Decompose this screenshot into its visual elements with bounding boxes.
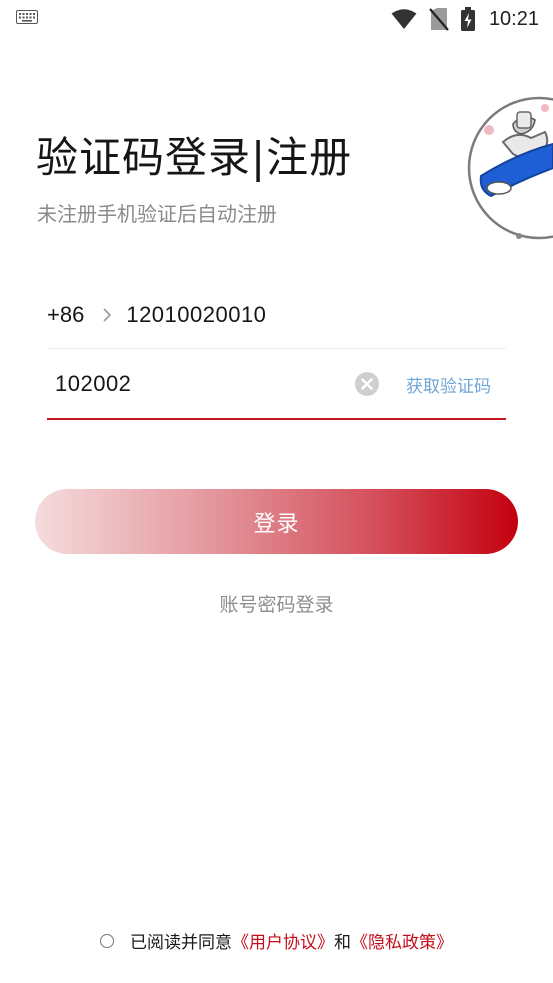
password-login-row: 账号密码登录 [0,590,553,617]
wifi-icon [391,9,417,29]
phone-row: +86 12010020010 [47,282,506,349]
keyboard-icon [16,10,38,24]
privacy-policy-link[interactable]: 《隐私政策》 [351,928,453,953]
mascot-illustration [467,96,553,240]
page-subtitle: 未注册手机验证后自动注册 [37,202,277,226]
get-code-button[interactable]: 获取验证码 [406,372,491,397]
agreement-prefix: 已阅读并同意 [130,933,232,953]
phone-number-input[interactable]: 12010020010 [126,302,266,328]
status-time: 10:21 [488,7,539,30]
clear-icon[interactable] [355,372,379,396]
battery-charging-icon [460,7,475,31]
agree-radio[interactable] [100,933,114,948]
password-login-link[interactable]: 账号密码登录 [219,594,333,616]
agreement-conjunction: 和 [334,933,351,953]
login-button[interactable]: 登录 [35,489,518,554]
verification-code-input[interactable] [55,368,345,400]
status-icons: 10:21 [391,6,539,32]
chevron-right-icon[interactable] [102,308,112,322]
agreement-row: 已阅读并同意 《用户协议》 和 《隐私政策》 [0,928,553,953]
page-title: 验证码登录|注册 [36,133,353,182]
status-bar: 10:21 [0,0,553,40]
country-code-selector[interactable]: +86 [47,302,84,328]
verification-code-row: 获取验证码 [47,350,506,420]
no-sim-icon [429,8,449,31]
user-agreement-link[interactable]: 《用户协议》 [232,928,334,953]
